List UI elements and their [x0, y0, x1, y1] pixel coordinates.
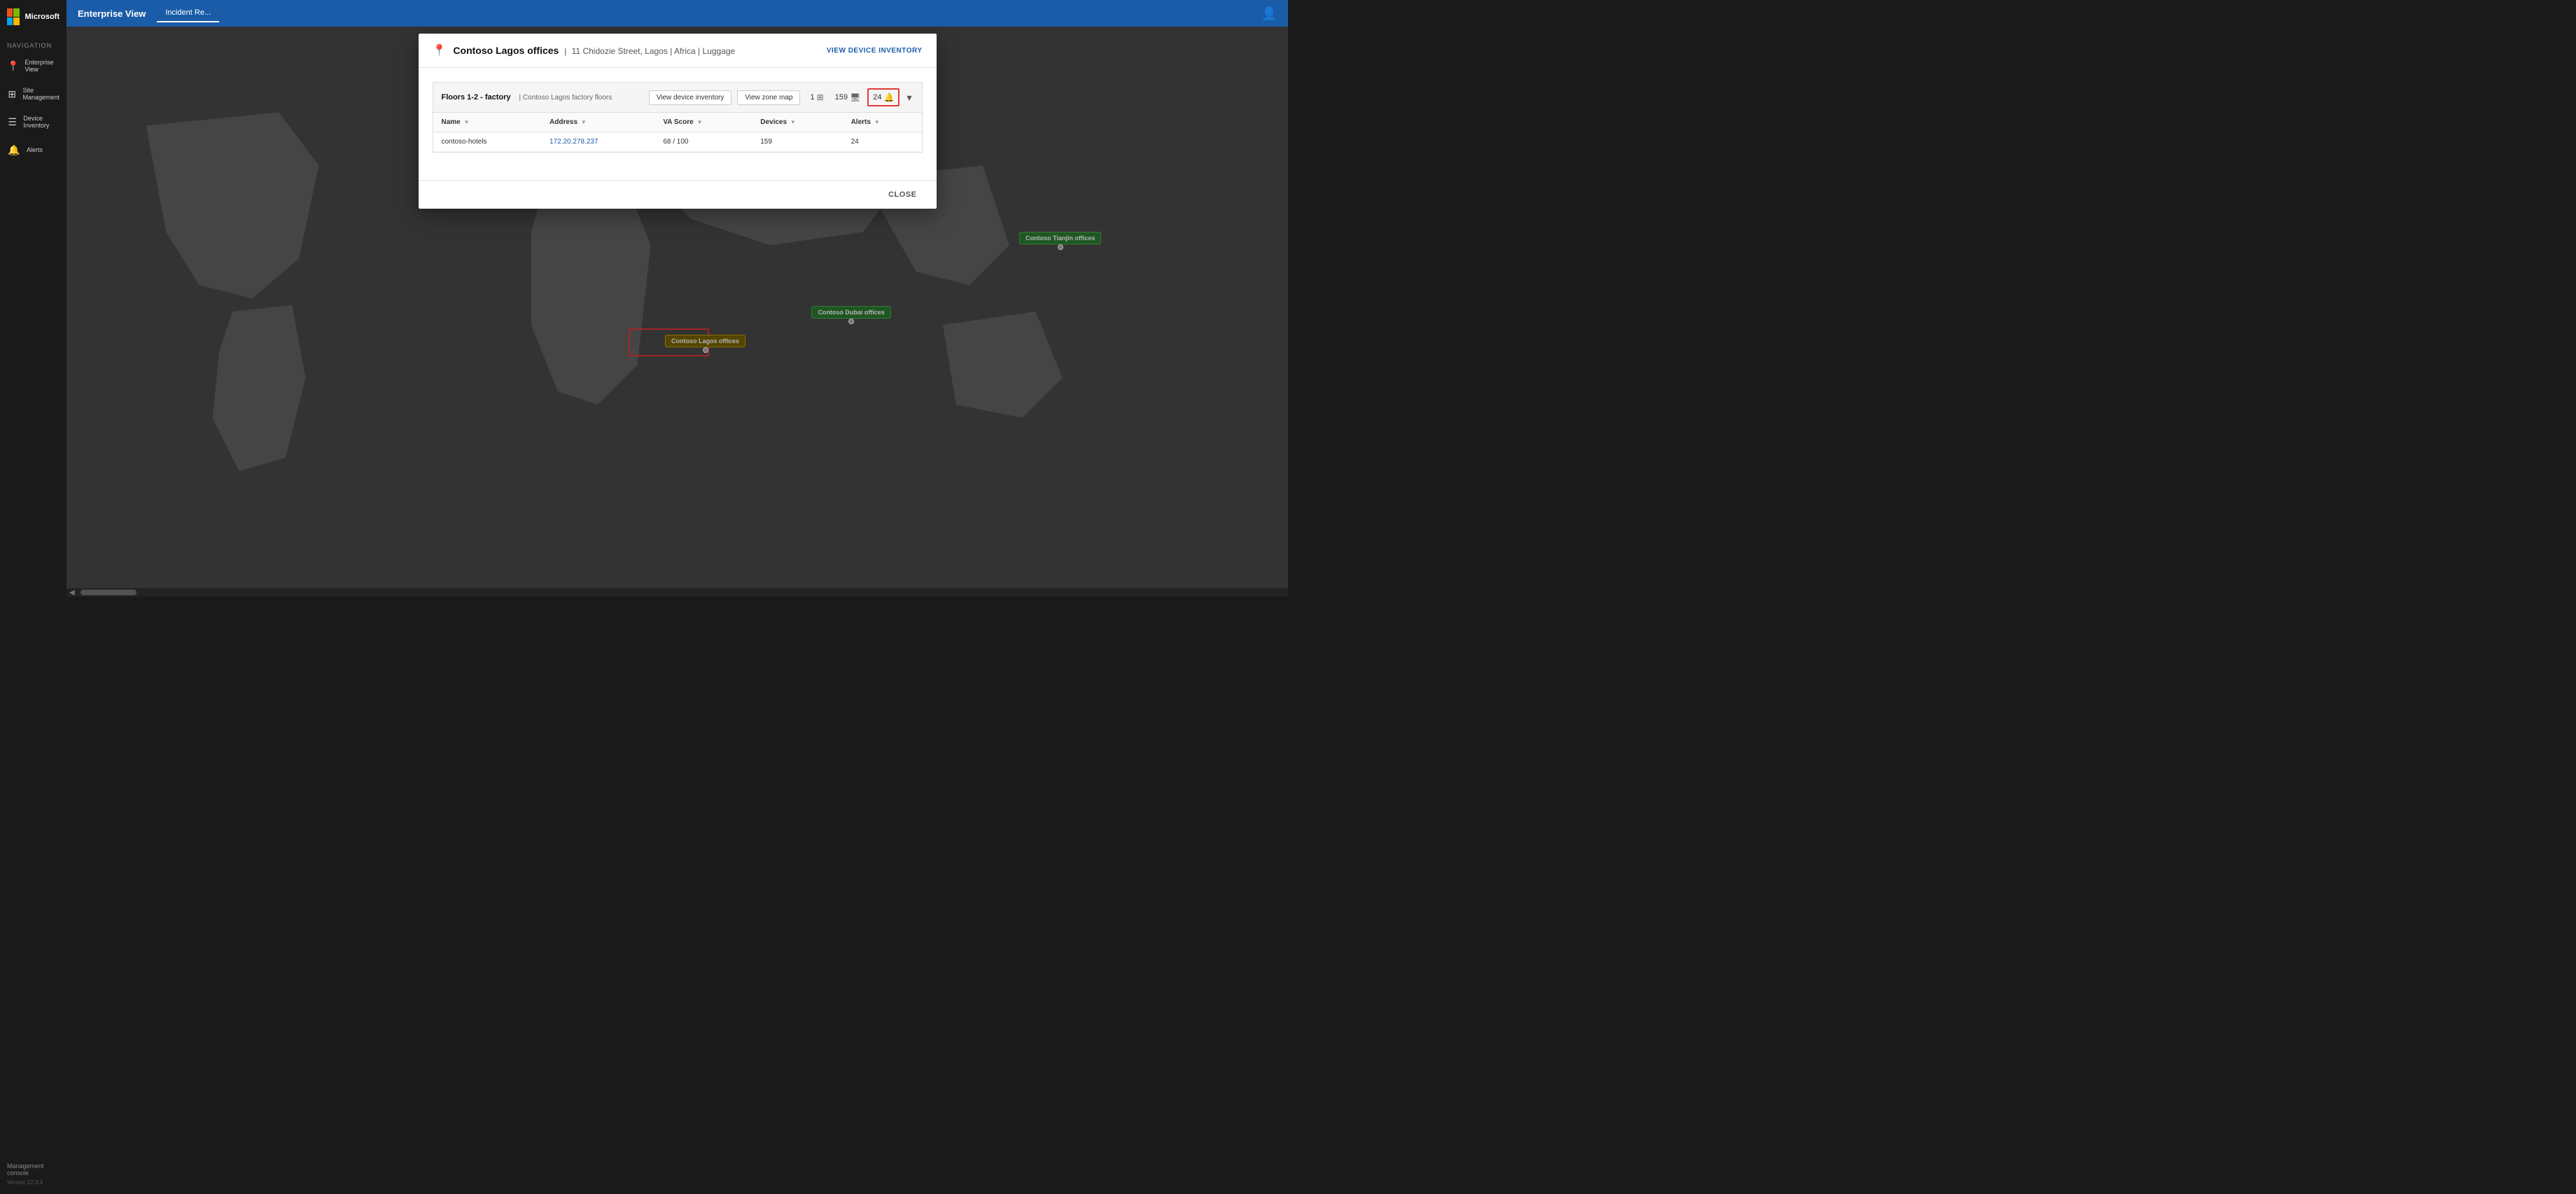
sidebar-item-site-management[interactable]: ⊞ Site Management: [0, 80, 66, 108]
sort-icon: ▼: [790, 119, 796, 125]
cell-address[interactable]: 172.20.278.237: [541, 132, 654, 152]
modal-overlay: 📍 Contoso Lagos offices | 11 Chidozie St…: [66, 27, 1288, 597]
microsoft-logo-text: Microsoft: [25, 13, 60, 21]
view-device-inventory-button[interactable]: View device inventory: [649, 90, 732, 105]
close-button[interactable]: CLOSE: [883, 188, 922, 202]
modal-body: Floors 1-2 - factory | Contoso Lagos fac…: [419, 68, 937, 180]
cell-va-score: 68 / 100: [654, 132, 752, 152]
alerts-stat: 24 🔔: [867, 88, 899, 106]
expand-icon[interactable]: ▾: [905, 90, 913, 105]
nav-label: NAVIGATION: [0, 34, 66, 52]
sidebar-item-alerts[interactable]: 🔔 Alerts: [0, 136, 66, 164]
col-va-score: VA Score ▼: [654, 113, 752, 132]
sort-icon: ▼: [581, 119, 587, 125]
floor-subtitle: | Contoso Lagos factory floors: [519, 94, 612, 102]
view-device-inventory-link[interactable]: VIEW DEVICE INVENTORY: [827, 47, 923, 55]
col-address: Address ▼: [541, 113, 654, 132]
floor-stats: 1 ⊞ 159 🖥 24 🔔: [806, 88, 899, 106]
sidebar-item-label: Alerts: [27, 146, 43, 153]
floor-table: Name ▼ Address ▼ VA Score: [433, 113, 922, 152]
sort-icon: ▼: [464, 119, 470, 125]
location-icon: 📍: [7, 59, 19, 73]
view-zone-map-button[interactable]: View zone map: [737, 90, 800, 105]
networks-stat: 1 ⊞: [806, 90, 827, 105]
sidebar-footer: Management console Version 22.3.4: [0, 1154, 66, 1194]
microsoft-logo-icon: [7, 8, 20, 25]
sidebar-item-device-inventory[interactable]: ☰ Device Inventory: [0, 108, 66, 136]
header-bar: Enterprise View Incident Re... 👤: [66, 0, 1288, 27]
modal-location-icon: 📍: [433, 43, 447, 57]
sidebar-item-enterprise-view[interactable]: 📍 Enterprise View: [0, 52, 66, 80]
col-name: Name ▼: [433, 113, 542, 132]
sort-icon: ▼: [696, 119, 702, 125]
location-modal: 📍 Contoso Lagos offices | 11 Chidozie St…: [419, 34, 937, 209]
map-area[interactable]: Contoso Tianjin offices Contoso Dubai of…: [66, 27, 1288, 597]
main-content: Enterprise View Incident Re... 👤: [66, 0, 1288, 597]
floor-header: Floors 1-2 - factory | Contoso Lagos fac…: [433, 83, 922, 113]
floor-actions: View device inventory View zone map 1 ⊞ …: [649, 88, 913, 106]
sidebar-item-label: Enterprise View: [24, 59, 59, 73]
network-icon: ⊞: [817, 92, 824, 102]
table-header-row: Name ▼ Address ▼ VA Score: [433, 113, 922, 132]
mgmt-console-label: Management console: [7, 1162, 59, 1176]
modal-footer: CLOSE: [419, 180, 937, 209]
tab-incident-response[interactable]: Incident Re...: [157, 4, 219, 22]
cell-name: contoso-hotels: [433, 132, 542, 152]
monitor-icon: 🖥: [850, 92, 860, 102]
page-title: Enterprise View: [78, 8, 146, 19]
cell-devices: 159: [752, 132, 842, 152]
sort-icon: ▼: [874, 119, 880, 125]
sidebar-logo: Microsoft: [0, 0, 66, 34]
device-inventory-icon: ☰: [7, 115, 18, 129]
site-management-icon: ⊞: [7, 87, 17, 101]
modal-header: 📍 Contoso Lagos offices | 11 Chidozie St…: [419, 34, 937, 68]
floor-section: Floors 1-2 - factory | Contoso Lagos fac…: [433, 82, 923, 153]
sidebar: Microsoft NAVIGATION 📍 Enterprise View ⊞…: [0, 0, 66, 1194]
version-label: Version 22.3.4: [7, 1179, 59, 1186]
devices-stat: 159 🖥: [831, 90, 865, 105]
cell-alerts: 24: [843, 132, 922, 152]
col-devices: Devices ▼: [752, 113, 842, 132]
table-row[interactable]: contoso-hotels 172.20.278.237 68 / 100 1…: [433, 132, 922, 152]
user-avatar-icon[interactable]: 👤: [1261, 6, 1277, 21]
col-alerts: Alerts ▼: [843, 113, 922, 132]
modal-title: Contoso Lagos offices | 11 Chidozie Stre…: [453, 45, 735, 56]
floor-title: Floors 1-2 - factory: [442, 93, 511, 102]
alerts-icon: 🔔: [7, 143, 21, 157]
sidebar-item-label: Site Management: [22, 87, 59, 101]
sidebar-item-label: Device Inventory: [23, 115, 59, 129]
modal-title-area: 📍 Contoso Lagos offices | 11 Chidozie St…: [433, 43, 736, 57]
bell-icon: 🔔: [884, 92, 895, 102]
